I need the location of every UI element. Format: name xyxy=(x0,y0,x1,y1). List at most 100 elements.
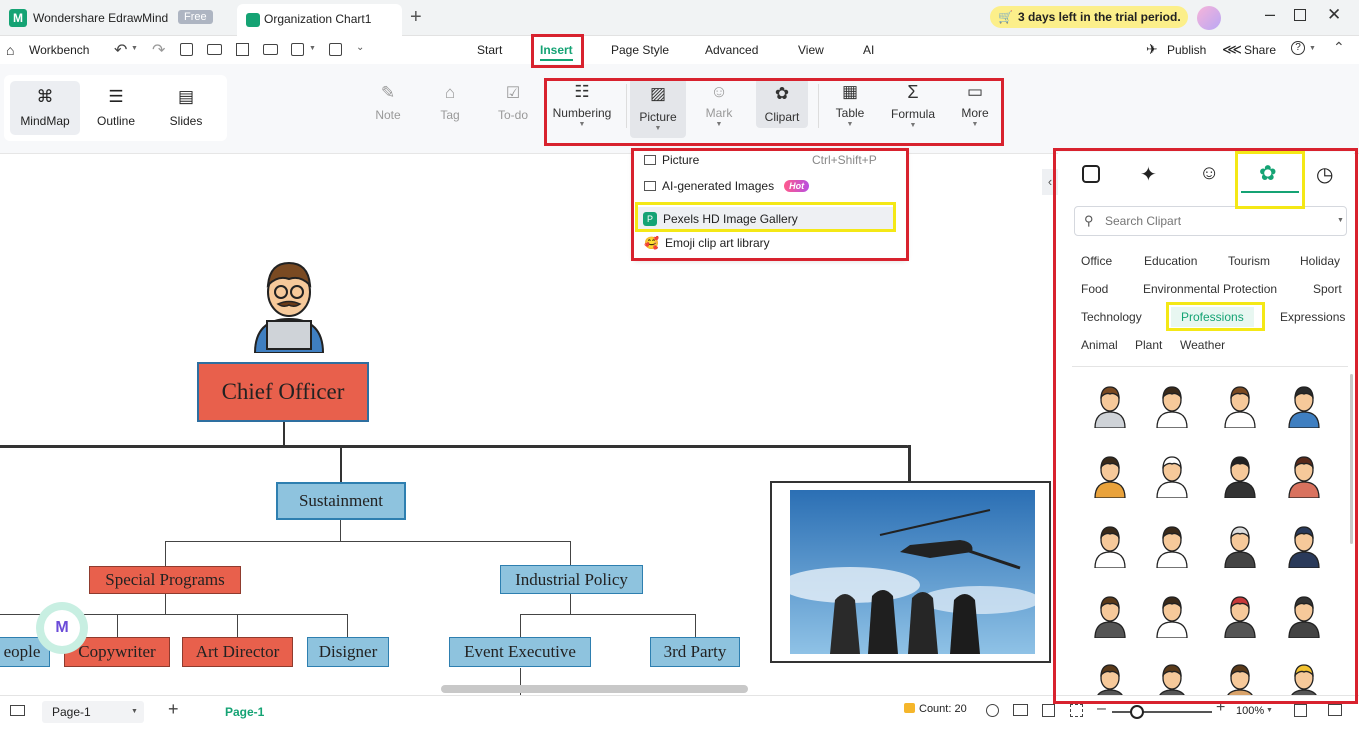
table-dropdown-icon[interactable]: ▼ xyxy=(847,121,854,128)
numbering-dropdown-icon[interactable]: ▼ xyxy=(579,121,586,128)
category-expressions[interactable]: Expressions xyxy=(1280,310,1345,324)
view-mindmap[interactable]: ⌘ MindMap xyxy=(10,81,80,135)
panel-tab-ai-icon[interactable]: ✦ xyxy=(1140,162,1157,187)
tag-button[interactable]: ⌂ Tag xyxy=(430,78,470,122)
category-animal[interactable]: Animal xyxy=(1081,338,1118,352)
todo-button[interactable]: ☑ To-do xyxy=(492,78,534,122)
category-weather[interactable]: Weather xyxy=(1180,338,1225,352)
tab-insert[interactable]: Insert xyxy=(540,43,573,61)
clipart-search-box[interactable]: ⚲ ▼ xyxy=(1074,206,1347,236)
photo-node[interactable] xyxy=(770,481,1051,663)
profession-clipart-item[interactable] xyxy=(1092,454,1128,498)
category-environmental-protection[interactable]: Environmental Protection xyxy=(1143,282,1277,296)
profession-clipart-item[interactable] xyxy=(1092,594,1128,638)
clipart-search-input[interactable] xyxy=(1105,212,1305,230)
formula-button[interactable]: Σ Formula ▼ xyxy=(888,78,938,129)
numbering-button[interactable]: ☷ Numbering ▼ xyxy=(550,78,614,128)
tab-advanced[interactable]: Advanced xyxy=(705,43,758,57)
mark-button[interactable]: ☺ Mark ▼ xyxy=(697,78,741,128)
page-select[interactable]: Page-1 ▼ xyxy=(42,701,144,723)
table-button[interactable]: ▦ Table ▼ xyxy=(828,78,872,128)
help-icon[interactable]: ? xyxy=(1291,41,1305,55)
node-event-executive[interactable]: Event Executive xyxy=(449,637,591,667)
profession-clipart-item[interactable] xyxy=(1154,524,1190,568)
profession-clipart-item[interactable] xyxy=(1286,524,1322,568)
profession-clipart-item[interactable] xyxy=(1286,454,1322,498)
menu-item-emoji-library[interactable]: 🥰 Emoji clip art library xyxy=(644,236,770,250)
category-tourism[interactable]: Tourism xyxy=(1228,254,1270,268)
home-icon[interactable]: ⌂ xyxy=(6,42,14,58)
tab-start[interactable]: Start xyxy=(477,43,502,57)
zoom-dropdown-icon[interactable]: ▼ xyxy=(1266,707,1273,714)
category-technology[interactable]: Technology xyxy=(1081,310,1142,324)
canvas-horizontal-scrollbar[interactable] xyxy=(441,685,748,693)
publish-button[interactable]: Publish xyxy=(1167,43,1206,57)
export-dropdown-icon[interactable]: ▼ xyxy=(309,45,316,52)
tab-view[interactable]: View xyxy=(798,43,824,57)
book-view-icon[interactable] xyxy=(1013,704,1028,716)
share-export-icon[interactable] xyxy=(329,43,342,56)
picture-button[interactable]: ▨ Picture ▼ xyxy=(630,78,686,138)
menu-item-ai-images[interactable]: AI-generated Images Hot xyxy=(644,179,810,193)
free-badge[interactable]: Free xyxy=(178,10,213,24)
picture-dropdown-icon[interactable]: ▼ xyxy=(655,125,662,132)
search-dropdown-icon[interactable]: ▼ xyxy=(1337,217,1344,224)
new-tab-plus-icon[interactable]: + xyxy=(410,6,422,29)
more-dropdown-icon[interactable]: ▼ xyxy=(972,121,979,128)
zoom-in-icon[interactable]: + xyxy=(1216,699,1225,717)
save-icon[interactable] xyxy=(236,43,249,56)
zoom-out-icon[interactable]: – xyxy=(1097,700,1106,718)
undo-dropdown-icon[interactable]: ▼ xyxy=(131,45,138,52)
profession-clipart-item[interactable] xyxy=(1092,384,1128,428)
category-food[interactable]: Food xyxy=(1081,282,1108,296)
node-art-director[interactable]: Art Director xyxy=(182,637,293,667)
restore-icon[interactable] xyxy=(1294,9,1306,21)
note-button[interactable]: ✎ Note xyxy=(368,78,408,122)
node-chief-officer[interactable]: Chief Officer xyxy=(197,362,369,422)
profession-clipart-item[interactable] xyxy=(1092,524,1128,568)
node-sustainment[interactable]: Sustainment xyxy=(276,482,406,520)
person-laptop-clipart[interactable] xyxy=(250,257,328,353)
redo-icon[interactable]: ↷ xyxy=(152,40,165,60)
fullscreen-fit-icon[interactable] xyxy=(1070,704,1083,717)
print-icon[interactable] xyxy=(263,44,278,55)
clipart-scrollbar[interactable] xyxy=(1350,374,1353,544)
fit-page-icon[interactable] xyxy=(1042,704,1055,717)
share-button[interactable]: Share xyxy=(1244,43,1276,57)
menu-item-picture[interactable]: Picture Ctrl+Shift+P xyxy=(644,153,894,167)
more-quick-icon[interactable]: ⌄ xyxy=(356,42,364,53)
profession-clipart-item[interactable] xyxy=(1222,454,1258,498)
panel-collapse-icon[interactable]: ‹ xyxy=(1042,169,1058,195)
panel-tab-history-icon[interactable]: ◷ xyxy=(1316,162,1333,187)
category-education[interactable]: Education xyxy=(1144,254,1197,268)
document-tab[interactable]: Organization Chart1 xyxy=(237,4,402,36)
profession-clipart-item[interactable] xyxy=(1286,594,1322,638)
profession-clipart-item[interactable] xyxy=(1222,662,1258,698)
user-avatar[interactable] xyxy=(1197,6,1221,30)
close-window-icon[interactable]: ✕ xyxy=(1327,5,1341,25)
sidebar-toggle-icon[interactable] xyxy=(10,705,25,716)
page-tab[interactable]: Page-1 xyxy=(225,705,264,719)
profession-clipart-item[interactable] xyxy=(1154,662,1190,698)
mark-dropdown-icon[interactable]: ▼ xyxy=(716,121,723,128)
panel-tab-format-icon[interactable] xyxy=(1082,165,1100,183)
tab-page-style[interactable]: Page Style xyxy=(611,43,669,57)
category-professions[interactable]: Professions xyxy=(1171,307,1254,327)
zoom-level[interactable]: 100% xyxy=(1236,705,1264,717)
minimize-icon[interactable]: – xyxy=(1265,4,1275,25)
export-icon[interactable] xyxy=(291,43,304,56)
profession-clipart-item[interactable] xyxy=(1092,662,1128,698)
category-office[interactable]: Office xyxy=(1081,254,1112,268)
profession-clipart-item[interactable] xyxy=(1222,384,1258,428)
category-sport[interactable]: Sport xyxy=(1313,282,1342,296)
node-special-programs[interactable]: Special Programs xyxy=(89,566,241,594)
profession-clipart-item[interactable] xyxy=(1154,454,1190,498)
profession-clipart-item[interactable] xyxy=(1286,662,1322,698)
view-slides[interactable]: ▤ Slides xyxy=(156,81,216,135)
theme-icon[interactable] xyxy=(986,704,999,717)
profession-clipart-item[interactable] xyxy=(1154,594,1190,638)
more-button[interactable]: ▭ More ▼ xyxy=(954,78,996,128)
profession-clipart-item[interactable] xyxy=(1286,384,1322,428)
formula-dropdown-icon[interactable]: ▼ xyxy=(910,122,917,129)
tab-ai[interactable]: AI xyxy=(863,43,874,57)
